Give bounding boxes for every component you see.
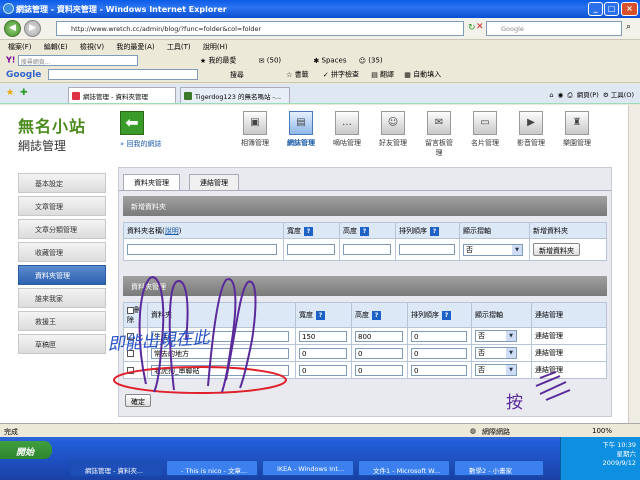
annotation-overlay: 即能出現在此 按 xyxy=(107,276,571,413)
annotation-text: 即能出現在此 xyxy=(107,328,212,355)
status-bar: 完成 ◍ 網際網路 100% xyxy=(0,423,640,437)
taskbar: 開始 網誌管理 - 資料夾... - This is nico - 文章... … xyxy=(0,437,640,480)
bunny-ear-right xyxy=(207,278,237,393)
internet-zone-icon: ◍ xyxy=(470,427,477,435)
tray-date: 2009/9/12 xyxy=(602,459,636,467)
taskbar-item-ie-nico[interactable]: - This is nico - 文章... xyxy=(166,460,258,476)
status-text: 完成 xyxy=(4,428,18,436)
taskbar-item-paint[interactable]: 數學2 - 小畫家 xyxy=(454,460,544,476)
annotation-click-text: 按 xyxy=(506,393,523,413)
tray-time[interactable]: 下午 10:39 xyxy=(561,441,636,450)
system-tray: 下午 10:39 星期六 2009/9/12 xyxy=(560,437,640,480)
taskbar-item-ie-blog[interactable]: 網誌管理 - 資料夾... xyxy=(70,460,162,476)
taskbar-item-word[interactable]: 文件1 - Microsoft W... xyxy=(358,460,450,476)
click-mark-lines xyxy=(535,371,571,401)
highlight-circle xyxy=(113,366,287,394)
bunny-ear-right-2 xyxy=(225,280,257,389)
start-button[interactable]: 開始 xyxy=(0,441,52,459)
internet-zone: 網際網路 xyxy=(482,428,510,436)
zoom-level[interactable]: 100% xyxy=(592,427,612,435)
taskbar-item-ie-ikea[interactable]: IKEA - Windows Int... xyxy=(262,460,354,476)
tray-weekday: 星期六 xyxy=(616,450,637,458)
page-scrollbar[interactable] xyxy=(628,105,640,423)
